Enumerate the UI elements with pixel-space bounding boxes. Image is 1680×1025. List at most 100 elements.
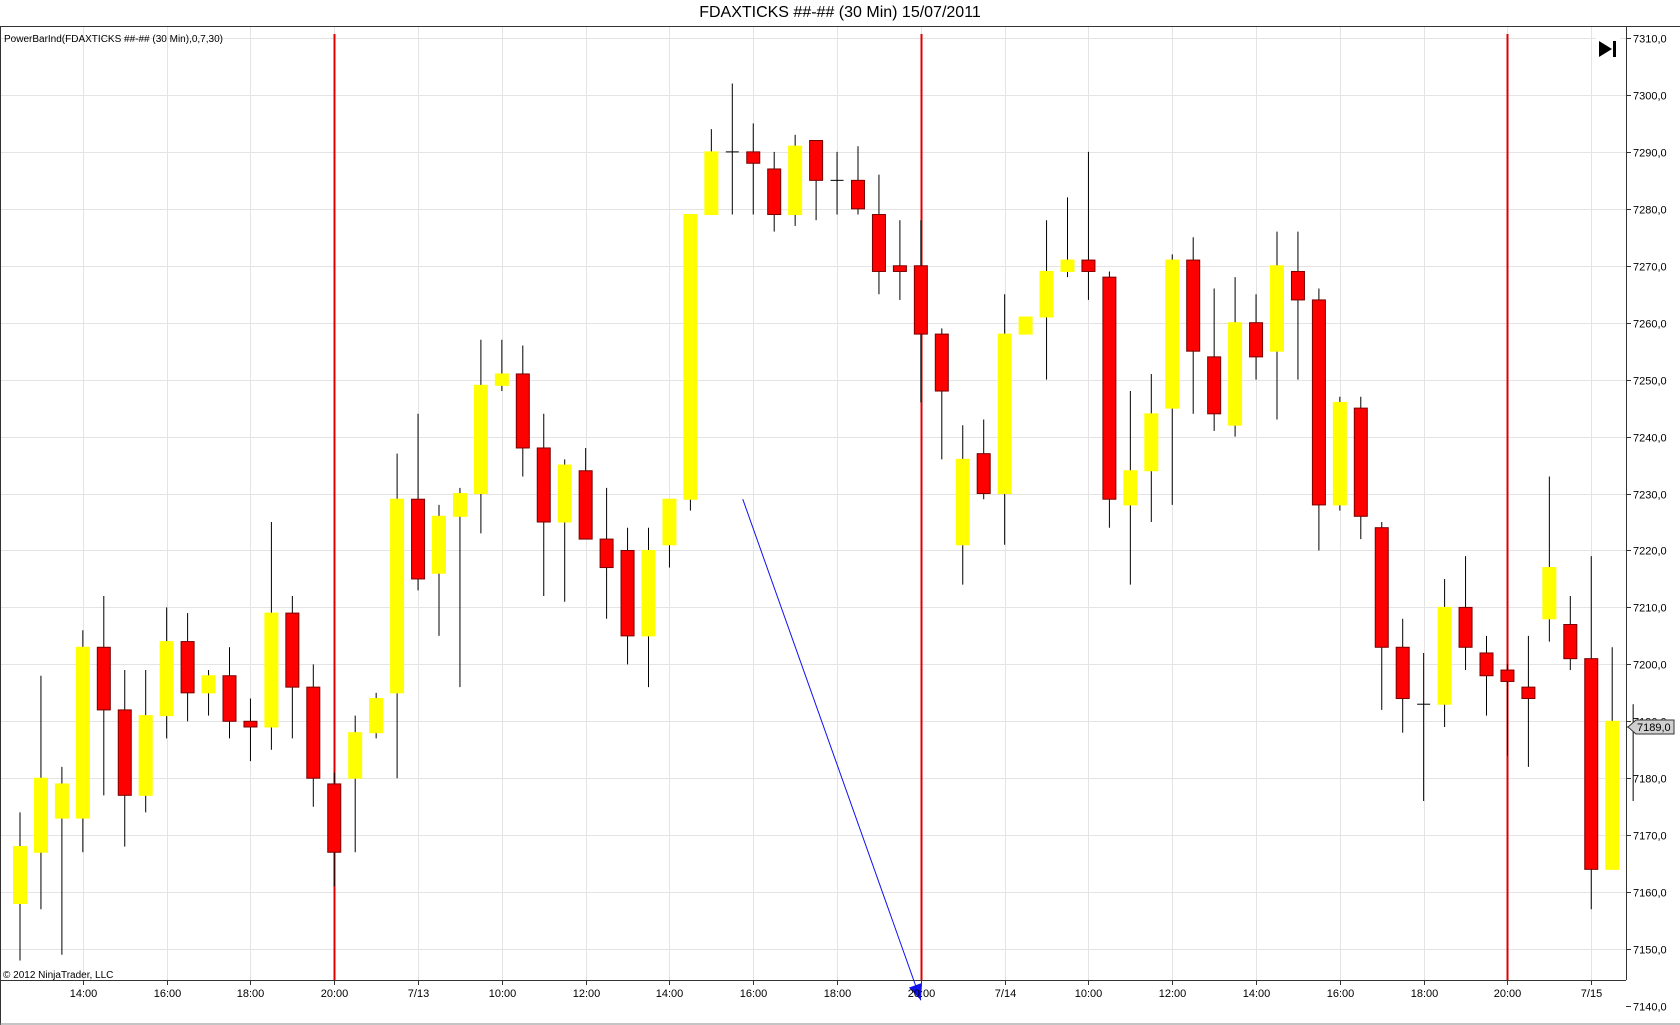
skip-to-end-icon[interactable] [1596,38,1620,62]
candle-body [1437,606,1452,705]
candle-body [33,777,48,853]
candle-body [1018,316,1033,335]
y-tick-label: 7170,0 [1633,831,1667,843]
candle [578,447,593,540]
candle [494,339,509,392]
candle-body [1165,259,1180,409]
candle-body [243,720,258,728]
candle-body [892,265,907,272]
candle [452,487,467,688]
candle [934,328,949,460]
candle [243,698,258,762]
candle [913,220,928,403]
candle [1521,635,1536,767]
candle [725,83,739,215]
candle [641,527,656,688]
candle-body [180,641,195,694]
candle [976,419,991,500]
candle [138,670,153,813]
drawn-arrow[interactable] [742,499,923,1001]
candle [1332,396,1347,511]
y-tick-label: 7230,0 [1633,490,1667,502]
candle-body [536,447,551,523]
candle-body [452,493,467,517]
candle [892,220,907,300]
y-tick-label: 7240,0 [1633,433,1667,445]
candle-body [1270,265,1284,352]
x-tick-label: 16:00 [154,988,182,1000]
candle [1584,556,1599,910]
candle [13,812,27,961]
last-price-tag: 7189,0 [1627,719,1675,735]
candle-body [851,179,865,210]
x-tick-label: 18:00 [237,988,265,1000]
candle-body [1542,567,1557,620]
candle-body [159,641,174,717]
candle [54,766,69,955]
candle-body [1311,299,1326,506]
candle-body [306,686,321,779]
y-tick-label: 7160,0 [1633,888,1667,900]
candle-body [54,783,69,819]
candle [851,146,865,215]
y-tick-label: 7180,0 [1633,774,1667,786]
x-tick-label: 20:00 [908,988,936,1000]
candle-body [683,214,698,500]
candle [159,607,174,739]
candle-body [1102,276,1117,500]
candle-body [913,265,928,335]
price-axis[interactable]: 7310,0 7300,0 7290,0 7280,0 7270,0 7260,0 7250… [1626,34,1667,1014]
candle [1374,522,1389,710]
candle-body [1584,658,1599,870]
candle-body [557,464,572,523]
candle-body [1228,322,1243,426]
x-tick-label: 20:00 [1494,988,1522,1000]
candle-body [117,709,132,796]
x-tick-label: 16:00 [740,988,768,1000]
y-tick-label: 7220,0 [1633,546,1667,558]
candle-body [201,675,216,694]
y-tick-label: 7260,0 [1633,319,1667,331]
candle [1311,288,1326,551]
candle-body [515,373,530,449]
candle [1290,231,1305,380]
y-tick-label: 7140,0 [1633,1002,1667,1014]
y-tick-label: 7290,0 [1633,148,1667,160]
candle-body [432,515,446,574]
indicator-label: PowerBarInd(FDAXTICKS ##-## (30 Min),0,7… [4,34,223,45]
candle [33,675,48,910]
x-tick-label: 16:00 [1327,988,1355,1000]
candle-body [1081,259,1096,272]
y-tick-label: 7300,0 [1633,91,1667,103]
candle-body [369,698,384,734]
candle [1102,271,1117,528]
candle-body [138,715,153,796]
candle [955,425,970,585]
x-tick-label: 18:00 [824,988,852,1000]
candle [1500,664,1515,756]
chart-window[interactable]: FDAXTICKS ##-## (30 Min) 15/07/2011 7310… [0,0,1680,1025]
chart-area[interactable]: 7310,0 7300,0 7290,0 7280,0 7270,0 7260,0 7250… [0,0,1680,1025]
candle-body [746,151,761,164]
candle [390,453,405,779]
y-tick-label: 7150,0 [1633,945,1667,957]
candle [1144,373,1159,522]
candle-body [1563,623,1578,660]
candle [662,498,677,568]
y-tick-label: 7280,0 [1633,205,1667,217]
y-tick-label: 7200,0 [1633,660,1667,672]
candle [1395,618,1410,733]
y-tick-label: 7310,0 [1633,34,1667,46]
time-axis[interactable]: 14:00 16:00 18:00 20:00 7/13 10:00 12:00 14:00 1… [70,980,1602,1000]
candle [1542,476,1557,642]
candle-body [997,333,1012,495]
candle-body [641,549,656,637]
candle [327,772,342,887]
x-tick-label: 7/15 [1581,988,1602,1000]
candle-body [1186,259,1201,352]
candle [704,129,719,216]
candle [767,151,782,232]
x-tick-label: 18:00 [1411,988,1439,1000]
x-tick-label: 20:00 [321,988,349,1000]
candle-body [1123,470,1138,506]
